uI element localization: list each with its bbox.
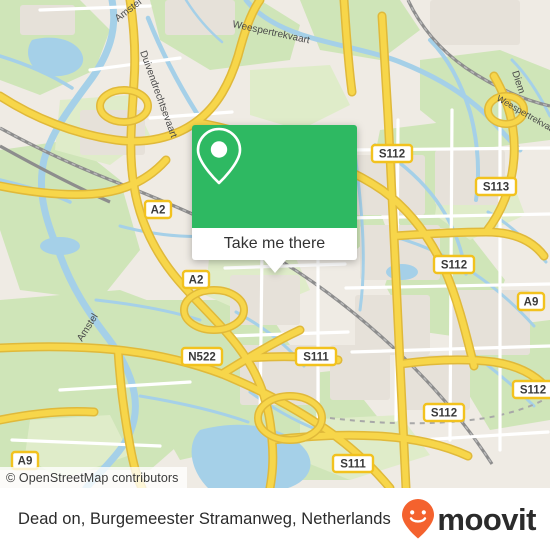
- road-shield: S112: [422, 402, 466, 423]
- road-shield-label: A2: [189, 275, 204, 287]
- map-attribution[interactable]: © OpenStreetMap contributors: [0, 467, 187, 488]
- road-shield-label: S112: [441, 260, 467, 272]
- road-shield-label: A9: [524, 297, 539, 309]
- screenshot-root: Amstel Weespertrekvaart Duivendrechtsevaar…: [0, 0, 550, 550]
- moovit-smiley-pin-icon: [402, 499, 435, 539]
- road-shield-label: N522: [188, 352, 216, 364]
- road-shield-label: S111: [340, 459, 366, 471]
- map-canvas[interactable]: Amstel Weespertrekvaart Duivendrechtsevaar…: [0, 0, 550, 488]
- map-pin-icon: [196, 127, 242, 185]
- road-shield: S112: [511, 379, 550, 400]
- moovit-wordmark: moovit: [437, 501, 536, 537]
- road-shield-label: A9: [18, 456, 33, 468]
- take-me-there-button[interactable]: Take me there: [192, 228, 357, 260]
- take-me-there-label: Take me there: [223, 235, 326, 252]
- road-shield-label: S113: [483, 182, 509, 194]
- road-shield: A2: [143, 199, 173, 220]
- road-shield-label: S112: [520, 385, 546, 397]
- callout-header: [192, 125, 357, 228]
- road-shield: N522: [180, 346, 224, 367]
- callout-pointer-tail: [263, 260, 286, 273]
- location-callout-card[interactable]: Take me there: [192, 125, 357, 273]
- road-shield: A2: [181, 269, 211, 290]
- road-shield: S113: [474, 176, 518, 197]
- footer-bar: Dead on, Burgemeester Stramanweg, Nether…: [0, 488, 550, 550]
- road-shield: A9: [516, 291, 546, 312]
- attribution-text: © OpenStreetMap contributors: [6, 470, 179, 485]
- location-title: Dead on, Burgemeester Stramanweg, Nether…: [18, 509, 391, 528]
- road-shield: S111: [294, 346, 338, 367]
- road-shield-label: S112: [431, 408, 457, 420]
- road-shield: S112: [432, 254, 476, 275]
- moovit-logo[interactable]: moovit: [401, 498, 536, 540]
- road-shield: S112: [370, 143, 414, 164]
- road-shield-label: S112: [379, 149, 405, 161]
- road-shield-label: A2: [151, 205, 166, 217]
- road-shield: S111: [331, 453, 375, 474]
- road-shield-label: S111: [303, 352, 329, 364]
